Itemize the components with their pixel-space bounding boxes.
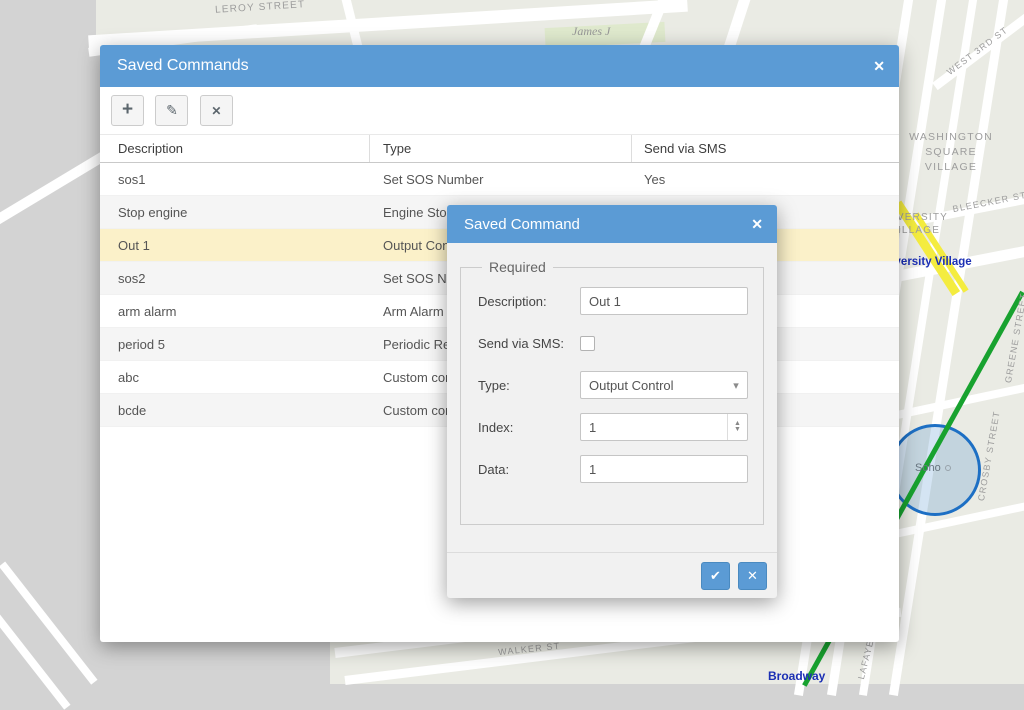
- sms-label: Send via SMS:: [478, 336, 580, 351]
- table-header-row: Description Type Send via SMS: [100, 134, 899, 163]
- place-label: Soho: [915, 462, 951, 474]
- park-label: James J: [572, 24, 610, 39]
- dialog-title: Saved Command: [464, 216, 751, 233]
- cell-description: sos1: [100, 172, 370, 187]
- data-label: Data:: [478, 462, 580, 477]
- type-select-value: Output Control: [581, 378, 725, 393]
- save-button[interactable]: ✔: [701, 562, 730, 590]
- column-header-description[interactable]: Description: [100, 135, 370, 162]
- cell-description: abc: [100, 370, 370, 385]
- place-label-text: Soho: [915, 462, 941, 474]
- cancel-button[interactable]: ✕: [738, 562, 767, 590]
- field-row-sms: Send via SMS:: [478, 329, 753, 357]
- commands-toolbar: + ✎ ✕: [100, 87, 899, 134]
- place-marker-icon: [945, 465, 951, 471]
- description-label: Description:: [478, 294, 580, 309]
- data-input[interactable]: [580, 455, 748, 483]
- cell-type: Set SOS Number: [370, 172, 632, 187]
- spinner-down-icon[interactable]: ▼: [734, 427, 741, 433]
- description-input[interactable]: [580, 287, 748, 315]
- cell-sms: Yes: [632, 172, 899, 187]
- index-stepper[interactable]: ▲ ▼: [580, 413, 748, 441]
- area-label-line: VILLAGE: [903, 160, 999, 175]
- column-header-sms[interactable]: Send via SMS: [632, 135, 899, 162]
- required-fieldset: Required Description: Send via SMS: Type…: [460, 259, 764, 525]
- saved-commands-header[interactable]: Saved Commands ✕: [100, 45, 899, 87]
- cell-description: Out 1: [100, 238, 370, 253]
- place-label: Broadway: [768, 669, 825, 683]
- sms-checkbox[interactable]: [580, 336, 595, 351]
- field-row-type: Type: Output Control ▾: [478, 371, 753, 399]
- add-command-button[interactable]: +: [111, 95, 144, 126]
- area-label: WASHINGTON SQUARE VILLAGE: [903, 130, 999, 175]
- index-label: Index:: [478, 420, 580, 435]
- x-icon: ✕: [747, 568, 758, 584]
- area-label-line: WASHINGTON: [903, 130, 999, 145]
- index-input[interactable]: [581, 414, 727, 440]
- field-row-data: Data:: [478, 455, 753, 483]
- map-land: [330, 640, 1024, 684]
- chevron-down-icon[interactable]: ▾: [725, 379, 747, 392]
- table-row[interactable]: sos1 Set SOS Number Yes: [100, 163, 899, 196]
- field-row-index: Index: ▲ ▼: [478, 413, 753, 441]
- cell-description: sos2: [100, 271, 370, 286]
- type-label: Type:: [478, 378, 580, 393]
- cell-description: period 5: [100, 337, 370, 352]
- dialog-footer: ✔ ✕: [447, 552, 777, 598]
- area-label-line: SQUARE: [903, 145, 999, 160]
- dialog-title: Saved Commands: [117, 57, 873, 75]
- remove-command-button[interactable]: ✕: [200, 95, 233, 126]
- column-header-type[interactable]: Type: [370, 135, 632, 162]
- edit-command-button[interactable]: ✎: [155, 95, 188, 126]
- field-row-description: Description:: [478, 287, 753, 315]
- pier-line: [0, 562, 98, 685]
- cell-description: Stop engine: [100, 205, 370, 220]
- x-icon: ✕: [211, 104, 221, 118]
- pencil-icon: ✎: [166, 102, 178, 119]
- close-icon[interactable]: ✕: [751, 217, 763, 231]
- street-line: [0, 147, 115, 228]
- close-icon[interactable]: ✕: [873, 59, 885, 73]
- check-icon: ✔: [710, 568, 721, 584]
- cell-description: arm alarm: [100, 304, 370, 319]
- type-select[interactable]: Output Control ▾: [580, 371, 748, 399]
- plus-icon: +: [122, 99, 133, 121]
- saved-command-dialog: Saved Command ✕ Required Description: Se…: [447, 205, 777, 598]
- stepper-buttons[interactable]: ▲ ▼: [727, 414, 747, 440]
- saved-command-header[interactable]: Saved Command ✕: [447, 205, 777, 243]
- cell-description: bcde: [100, 403, 370, 418]
- fieldset-legend: Required: [482, 259, 553, 275]
